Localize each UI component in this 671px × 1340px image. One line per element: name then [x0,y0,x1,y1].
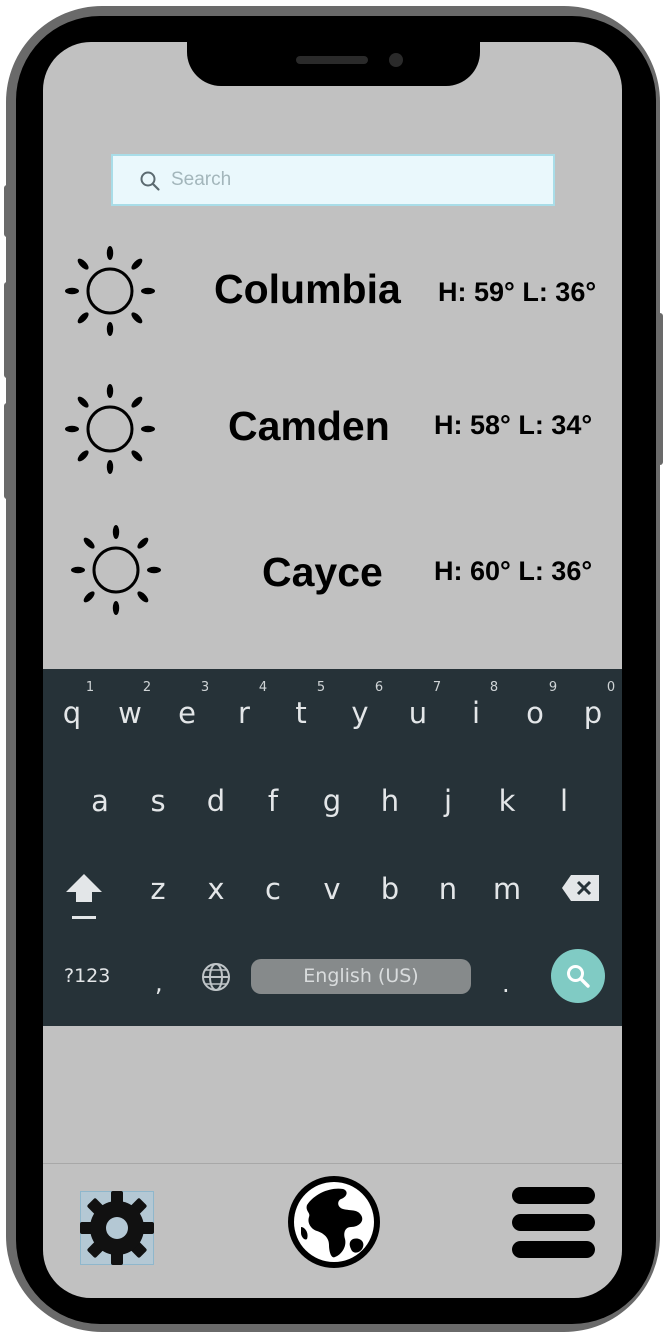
key-q[interactable]: q [52,699,92,728]
key-l[interactable]: l [544,787,584,816]
menu-button[interactable] [512,1186,596,1265]
key-x[interactable]: x [196,875,236,904]
key-j[interactable]: j [428,787,468,816]
globe-button[interactable] [287,1175,381,1274]
key-f[interactable]: f [253,787,293,816]
key-hint-7: 7 [432,680,442,695]
key-hint-1: 1 [85,680,95,695]
city-temps: H: 58° L: 34° [434,410,593,440]
key-h[interactable]: h [370,787,410,816]
speaker [296,56,368,64]
settings-button[interactable] [80,1191,154,1265]
key-i[interactable]: i [456,699,496,728]
gear-icon [79,1190,155,1271]
key-w[interactable]: w [110,699,150,728]
key-hint-0: 0 [606,680,616,695]
sun-icon [65,246,155,341]
key-u[interactable]: u [398,699,438,728]
key-m[interactable]: m [487,875,527,904]
key-y[interactable]: y [340,699,380,728]
shift-icon[interactable] [64,872,104,925]
key-e[interactable]: e [167,699,207,728]
city-name: Camden [228,403,390,449]
menu-icon [512,1187,596,1264]
key-hint-5: 5 [316,680,326,695]
period-key[interactable]: . [502,972,510,996]
city-name: Cayce [262,549,383,595]
key-b[interactable]: b [370,875,410,904]
search-icon [139,170,161,197]
city-name: Columbia [214,266,401,312]
city-temps: H: 59° L: 36° [438,277,597,307]
key-n[interactable]: n [428,875,468,904]
sun-icon [65,384,155,479]
search-bar[interactable] [111,154,555,206]
key-a[interactable]: a [80,787,120,816]
side-button-right [657,313,663,465]
space-bar[interactable]: English (US) [251,959,471,994]
keyboard-search-button[interactable] [551,949,605,1003]
city-temps: H: 60° L: 36° [434,556,593,586]
search-input[interactable] [171,156,531,204]
key-p[interactable]: p [573,699,613,728]
key-hint-8: 8 [489,680,499,695]
side-button-left-2 [4,282,10,378]
notch [187,42,480,86]
side-button-left-3 [4,403,10,499]
sun-icon [71,525,161,620]
key-v[interactable]: v [312,875,352,904]
key-d[interactable]: d [196,787,236,816]
symbols-key[interactable]: ?123 [64,967,110,986]
key-hint-6: 6 [374,680,384,695]
backspace-icon[interactable] [561,874,601,907]
comma-key[interactable]: , [155,971,163,995]
key-z[interactable]: z [138,875,178,904]
front-camera [389,53,403,67]
side-button-left-1 [4,185,10,237]
globe-key-icon[interactable] [200,961,232,998]
key-hint-9: 9 [548,680,558,695]
globe-icon [287,1176,381,1273]
key-r[interactable]: r [224,699,264,728]
bottom-nav-divider [43,1163,622,1164]
key-k[interactable]: k [487,787,527,816]
key-hint-2: 2 [142,680,152,695]
key-g[interactable]: g [312,787,352,816]
key-o[interactable]: o [515,699,555,728]
key-hint-3: 3 [200,680,210,695]
key-s[interactable]: s [138,787,178,816]
key-t[interactable]: t [281,699,321,728]
key-hint-4: 4 [258,680,268,695]
key-c[interactable]: c [253,875,293,904]
search-icon [565,963,591,994]
